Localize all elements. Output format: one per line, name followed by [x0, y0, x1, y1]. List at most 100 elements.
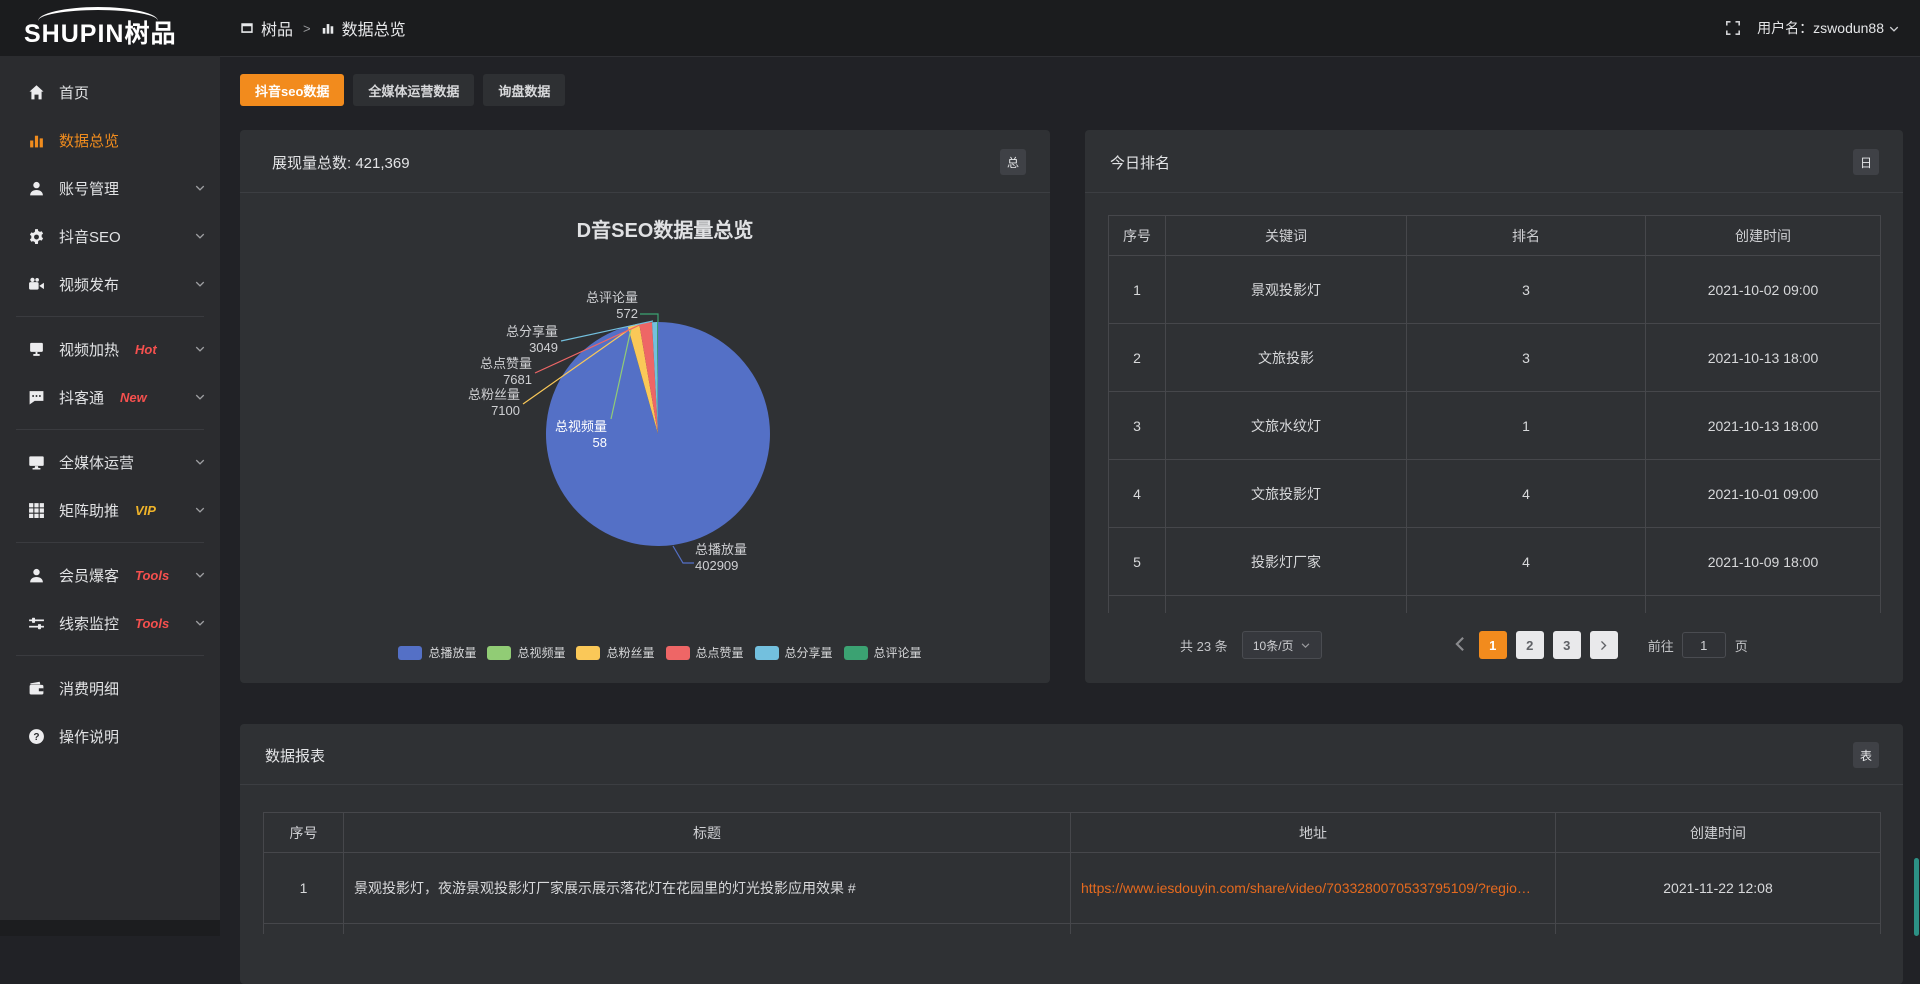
breadcrumb: 树品>数据总览	[240, 0, 406, 56]
top-bar: SHUPIN树品 树品>数据总览 用户名：zswodun88	[0, 0, 1920, 56]
chevron-down-icon	[194, 617, 206, 629]
pie-label-name: 总播放量	[695, 542, 747, 557]
table-cell: 4	[1407, 460, 1646, 528]
breadcrumb-item[interactable]: 数据总览	[321, 16, 406, 40]
sidebar-bottom-strip	[0, 920, 220, 936]
tab-inactive[interactable]: 询盘数据	[483, 74, 565, 106]
sidebar-item[interactable]: ?操作说明	[0, 712, 220, 760]
user-icon	[28, 180, 45, 197]
pie-chart[interactable]: 总播放量: 402909总视频量: 58总粉丝量: 7100总点赞量: 7681…	[240, 130, 1050, 683]
video-link[interactable]: https://www.iesdouyin.com/share/video/70…	[1071, 853, 1556, 924]
ranking-mode-button[interactable]: 日	[1853, 149, 1879, 175]
sidebar-item[interactable]: 视频加热Hot	[0, 325, 220, 373]
table-cell: 文旅投影	[1166, 324, 1407, 392]
sidebar-item[interactable]: 线索监控Tools	[0, 599, 220, 647]
page-size-select[interactable]: 10条/页	[1242, 631, 1322, 659]
chevron-down-icon	[194, 343, 206, 355]
report-mode-button[interactable]: 表	[1853, 742, 1879, 768]
chevron-down-icon	[1300, 640, 1311, 651]
sidebar-item[interactable]: 抖音SEO	[0, 212, 220, 260]
user-menu[interactable]: 用户名：zswodun88	[1757, 18, 1900, 38]
sidebar-item-badge: Hot	[135, 342, 157, 357]
legend-item[interactable]: 总点赞量	[666, 644, 744, 661]
legend-label: 总分享量	[785, 644, 833, 661]
pagination-total: 共 23 条	[1180, 636, 1228, 655]
table-cell: 2021-10-02 09:00	[1646, 256, 1881, 324]
chart-legend: 总播放量总视频量 总粉丝量总点赞量 总分享量总评论量	[270, 644, 1050, 661]
pie-label-line	[673, 546, 694, 563]
sidebar-item[interactable]: 首页	[0, 68, 220, 116]
table-cell: 1	[1109, 256, 1166, 324]
table-row-partial	[1109, 596, 1881, 613]
sidebar-item-label: 视频发布	[59, 274, 119, 295]
pie-label-value: 58	[555, 435, 607, 451]
sidebar-item-badge: VIP	[135, 503, 156, 518]
question-icon: ?	[28, 728, 45, 745]
sidebar-item[interactable]: 抖客通New	[0, 373, 220, 421]
pie-label-value: 7100	[468, 403, 520, 419]
sidebar-item[interactable]: 全媒体运营	[0, 438, 220, 486]
next-page-button[interactable]	[1590, 631, 1618, 659]
legend-item[interactable]: 总粉丝量	[576, 644, 654, 661]
pie-label-line	[640, 314, 658, 322]
table-row[interactable]: 2文旅投影32021-10-13 18:00	[1109, 324, 1881, 392]
sidebar-item-label: 数据总览	[59, 130, 119, 151]
page-number-button[interactable]: 3	[1553, 631, 1581, 659]
legend-item[interactable]: 总视频量	[487, 644, 565, 661]
column-header: 序号	[264, 813, 344, 853]
goto-page-input[interactable]	[1682, 632, 1726, 658]
report-table: 序号标题地址创建时间 1 景观投影灯，夜游景观投影灯厂家展示展示落花灯在花园里的…	[263, 812, 1881, 934]
table-row[interactable]: 1景观投影灯32021-10-02 09:00	[1109, 256, 1881, 324]
table-cell-title: 景观投影灯，夜游景观投影灯厂家展示展示落花灯在花园里的灯光投影应用效果 #	[344, 853, 1071, 924]
tab-inactive[interactable]: 全媒体运营数据	[353, 74, 474, 106]
page-scrollbar[interactable]	[1914, 858, 1919, 936]
legend-item[interactable]: 总分享量	[755, 644, 833, 661]
pie-label-name: 总点赞量	[480, 356, 532, 371]
table-row[interactable]: 1 景观投影灯，夜游景观投影灯厂家展示展示落花灯在花园里的灯光投影应用效果 # …	[264, 853, 1881, 924]
pie-label-name: 总评论量	[586, 290, 638, 305]
breadcrumb-item[interactable]: 树品	[240, 16, 293, 40]
pie-data-label: 总粉丝量7100	[468, 387, 520, 419]
goto-unit-label: 页	[1735, 636, 1748, 655]
legend-item[interactable]: 总评论量	[844, 644, 922, 661]
table-cell: 文旅投影灯	[1166, 460, 1407, 528]
pie-data-label: 总点赞量7681	[480, 356, 532, 388]
sidebar-item-label: 线索监控	[59, 613, 119, 634]
legend-label: 总播放量	[428, 644, 476, 661]
legend-label: 总粉丝量	[606, 644, 654, 661]
app-logo: SHUPIN树品	[24, 7, 214, 47]
page-number-button[interactable]: 2	[1516, 631, 1544, 659]
home-icon	[28, 84, 45, 101]
table-row[interactable]: 4文旅投影灯42021-10-01 09:00	[1109, 460, 1881, 528]
chevron-right-icon	[1597, 639, 1610, 652]
sidebar-item[interactable]: 矩阵助推VIP	[0, 486, 220, 534]
page-number-button[interactable]: 1	[1479, 631, 1507, 659]
table-row-partial	[264, 924, 1881, 934]
column-header: 创建时间	[1646, 216, 1881, 256]
sidebar-item[interactable]: 视频发布	[0, 260, 220, 308]
sidebar-item[interactable]: 会员爆客Tools	[0, 551, 220, 599]
pie-data-label: 总视频量58	[555, 419, 607, 451]
sliders-icon	[28, 615, 45, 632]
sidebar-item[interactable]: 数据总览	[0, 116, 220, 164]
fullscreen-icon[interactable]	[1725, 20, 1741, 36]
tab-active[interactable]: 抖音seo数据	[240, 74, 344, 106]
sidebar-item[interactable]: 消费明细	[0, 664, 220, 712]
prev-page-button[interactable]	[1450, 634, 1470, 657]
chevron-down-icon	[194, 182, 206, 194]
table-cell: 3	[1109, 392, 1166, 460]
breadcrumb-label: 树品	[261, 16, 293, 40]
ranking-table: 序号关键词排名创建时间1景观投影灯32021-10-02 09:002文旅投影3…	[1108, 215, 1881, 613]
legend-item[interactable]: 总播放量	[398, 644, 476, 661]
sidebar-item[interactable]: 账号管理	[0, 164, 220, 212]
pie-data-label: 总评论量572	[586, 290, 638, 322]
sidebar-divider	[16, 429, 204, 430]
table-row[interactable]: 5投影灯厂家42021-10-09 18:00	[1109, 528, 1881, 596]
sidebar-item-label: 抖客通	[59, 387, 104, 408]
chevron-down-icon	[194, 456, 206, 468]
pie-data-label: 总播放量402909	[695, 542, 747, 574]
wallet-icon	[28, 680, 45, 697]
report-panel-title: 数据报表	[265, 745, 325, 766]
table-row[interactable]: 3文旅水纹灯12021-10-13 18:00	[1109, 392, 1881, 460]
sidebar-item-label: 账号管理	[59, 178, 119, 199]
